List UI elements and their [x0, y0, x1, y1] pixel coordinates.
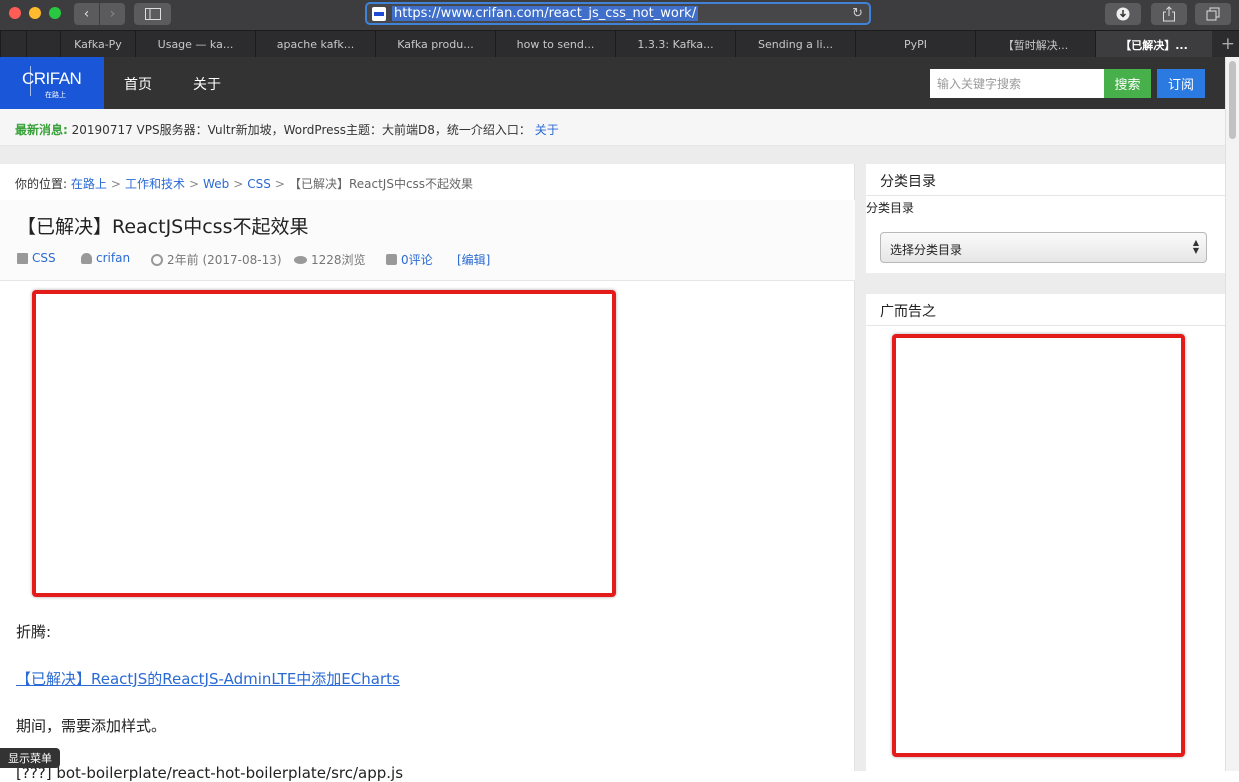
- subscribe-button[interactable]: 订阅: [1157, 69, 1205, 98]
- site-favicon-icon: [372, 6, 386, 21]
- url-text[interactable]: https://www.crifan.com/react_js_css_not_…: [392, 6, 699, 21]
- forward-button[interactable]: ›: [100, 3, 125, 25]
- article-link[interactable]: 【已解决】ReactJS的ReactJS-AdminLTE中添加ECharts: [16, 668, 400, 689]
- user-icon: [81, 252, 92, 264]
- category-label: 分类目录: [866, 201, 915, 215]
- category-widget-title: 分类目录: [866, 164, 1225, 196]
- page-scrollbar[interactable]: [1225, 57, 1239, 771]
- ad-widget: 广而告之: [866, 294, 1225, 771]
- post-category: CSS: [17, 251, 56, 265]
- post-header: 【已解决】ReactJS中css不起效果 CSS crifan 2年前 (201…: [0, 200, 855, 281]
- show-menu-button[interactable]: 显示菜单: [0, 748, 60, 768]
- date-text: 2年前 (2017-08-13): [167, 253, 282, 267]
- show-tabs-button[interactable]: [1195, 3, 1231, 25]
- download-icon: [1116, 7, 1130, 21]
- paragraph: 期间，需要添加样式。: [16, 717, 167, 735]
- breadcrumb-link[interactable]: 在路上: [71, 177, 107, 191]
- window-minimize-button[interactable]: [29, 7, 41, 19]
- category-select[interactable]: 选择分类目录 ▲ ▼: [880, 232, 1207, 263]
- logo-text: CRIFAN: [22, 69, 82, 88]
- breadcrumb-link[interactable]: Web: [203, 177, 229, 191]
- ad-widget-title: 广而告之: [866, 294, 1225, 326]
- comments-link[interactable]: 0评论: [401, 251, 433, 268]
- post-date: 2年前 (2017-08-13): [151, 251, 282, 268]
- breadcrumb-separator: >: [110, 177, 121, 191]
- browser-tab[interactable]: 【暂时解决...: [975, 31, 1095, 58]
- logo-subtext: 在路上: [45, 91, 66, 99]
- browser-tab[interactable]: how to send...: [495, 31, 615, 58]
- category-icon: [17, 252, 28, 264]
- chevron-right-icon: ›: [109, 6, 116, 22]
- browser-tab[interactable]: apache kafk...: [255, 31, 375, 58]
- breadcrumb-current: 【已解决】ReactJS中css不起效果: [288, 177, 474, 191]
- post-comments: 0评论: [386, 251, 433, 268]
- ad-placeholder-sidebar[interactable]: [892, 334, 1185, 757]
- clock-icon: [151, 253, 163, 266]
- news-text: 20190717 VPS服务器：Vultr新加坡，WordPress主题：大前端…: [71, 123, 531, 137]
- sidebar-toggle-button[interactable]: [134, 3, 171, 25]
- site-logo[interactable]: CRIFAN 在路上: [0, 57, 104, 109]
- comment-icon: [386, 254, 397, 265]
- breadcrumb-link[interactable]: 工作和技术: [125, 177, 185, 191]
- views-text: 1228浏览: [311, 253, 366, 267]
- tab-pinned[interactable]: [26, 31, 60, 58]
- search-input[interactable]: [930, 69, 1104, 98]
- edit-link[interactable]: [编辑]: [457, 251, 490, 268]
- browser-tab[interactable]: PyPI: [855, 31, 975, 58]
- chevron-left-icon: ‹: [83, 6, 90, 22]
- site-header: CRIFAN 在路上 首页 关于 搜索 订阅: [0, 57, 1225, 109]
- category-select-value: 选择分类目录: [890, 243, 963, 257]
- tab-pinned[interactable]: [0, 31, 26, 58]
- tab-bar: Kafka-Py Usage — ka... apache kafk... Ka…: [0, 30, 1239, 58]
- category-widget: 分类目录 分类目录 选择分类目录 ▲ ▼: [866, 164, 1225, 273]
- breadcrumb-prefix: 你的位置:: [15, 177, 68, 191]
- breadcrumb-link[interactable]: CSS: [247, 177, 271, 191]
- partial-paragraph: [???] bot-boilerplate/react-hot-boilerpl…: [16, 764, 404, 782]
- window-close-button[interactable]: [9, 7, 21, 19]
- back-button[interactable]: ‹: [74, 3, 99, 25]
- browser-tab[interactable]: Kafka-Py: [60, 31, 135, 58]
- news-about-link[interactable]: 关于: [535, 123, 559, 137]
- browser-tab[interactable]: Usage — ka...: [135, 31, 255, 58]
- search-button[interactable]: 搜索: [1104, 69, 1151, 98]
- breadcrumb: 你的位置: 在路上 > 工作和技术 > Web > CSS > 【已解决】ReactJS中css…: [15, 175, 473, 192]
- section-gap: [0, 146, 1225, 164]
- post-views: 1228浏览: [294, 251, 366, 268]
- news-label: 最新消息:: [15, 123, 68, 137]
- post-title: 【已解决】ReactJS中css不起效果: [17, 216, 309, 238]
- breadcrumb-separator: >: [233, 177, 244, 191]
- nav-about-link[interactable]: 关于: [193, 74, 221, 94]
- eye-icon: [294, 255, 307, 264]
- reload-icon[interactable]: ↻: [852, 6, 863, 21]
- nav-home-link[interactable]: 首页: [124, 74, 152, 94]
- scrollbar-thumb[interactable]: [1229, 61, 1236, 139]
- category-link[interactable]: CSS: [32, 251, 56, 265]
- author-link[interactable]: crifan: [96, 251, 130, 265]
- browser-toolbar: ‹ › https://www.crifan.com/react_js_css_…: [0, 0, 1239, 30]
- article-main: 你的位置: 在路上 > 工作和技术 > Web > CSS > 【已解决】ReactJS中css…: [0, 164, 855, 782]
- breadcrumb-separator: >: [188, 177, 200, 191]
- address-bar[interactable]: https://www.crifan.com/react_js_css_not_…: [365, 2, 871, 25]
- window-zoom-button[interactable]: [49, 7, 61, 19]
- ad-placeholder-main[interactable]: [32, 290, 616, 597]
- browser-tab-active[interactable]: 【已解决】...: [1095, 31, 1212, 58]
- post-edit: [编辑]: [457, 251, 490, 268]
- downloads-button[interactable]: [1105, 3, 1141, 25]
- browser-tab[interactable]: Kafka produ...: [375, 31, 495, 58]
- paragraph: 折腾:: [16, 623, 52, 641]
- share-button[interactable]: [1151, 3, 1187, 25]
- select-arrows-icon: ▲ ▼: [1192, 238, 1199, 255]
- share-icon: [1163, 6, 1175, 22]
- breadcrumb-separator: >: [274, 177, 285, 191]
- browser-tab[interactable]: Sending a li...: [735, 31, 855, 58]
- browser-tab[interactable]: 1.3.3: Kafka...: [615, 31, 735, 58]
- news-bar: 最新消息: 20190717 VPS服务器：Vultr新加坡，WordPress…: [0, 109, 1225, 146]
- post-author: crifan: [81, 251, 130, 265]
- sidebar-icon: [144, 8, 161, 20]
- tabs-overview-icon: [1206, 7, 1220, 21]
- new-tab-icon[interactable]: +: [1221, 34, 1235, 54]
